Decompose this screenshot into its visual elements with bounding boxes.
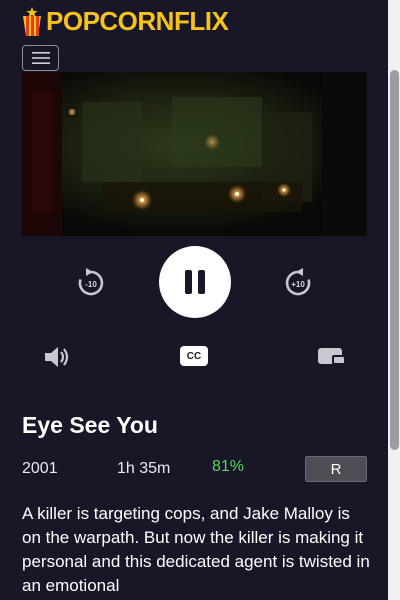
popcorn-icon <box>23 7 41 36</box>
picture-in-picture-icon <box>318 348 346 365</box>
popcornflix-logo[interactable]: POPCORNFLIX <box>20 4 229 38</box>
menu-button[interactable] <box>22 45 59 71</box>
runtime: 1h 35m <box>117 460 171 477</box>
forward-label: +10 <box>291 280 305 289</box>
rating-label: R <box>330 460 342 478</box>
rewind-10-button[interactable]: -10 <box>74 266 108 300</box>
content-rating-badge: R <box>305 456 367 482</box>
cc-label: CC <box>186 350 202 362</box>
movie-description: A killer is targeting cops, and Jake Mal… <box>22 504 370 595</box>
release-year: 2001 <box>22 460 58 477</box>
rewind-label: -10 <box>85 280 97 289</box>
score: 81% <box>212 458 245 475</box>
closed-captions-button[interactable]: CC <box>180 346 208 366</box>
video-player[interactable] <box>22 72 367 236</box>
forward-10-button[interactable]: +10 <box>281 266 315 300</box>
volume-icon <box>45 347 69 367</box>
hamburger-menu-icon <box>31 52 50 64</box>
pause-icon <box>185 270 205 294</box>
page: POPCORNFLIX -10 +10 CC Eye See You 2001 … <box>0 0 400 600</box>
volume-button[interactable] <box>43 345 71 369</box>
pause-button[interactable] <box>159 246 231 318</box>
movie-title: Eye See You <box>22 412 158 438</box>
scrollbar[interactable] <box>388 0 400 600</box>
video-frame <box>22 72 367 236</box>
logo-text: POPCORNFLIX <box>46 6 229 36</box>
picture-in-picture-button[interactable] <box>317 346 347 366</box>
scrollbar-thumb[interactable] <box>390 70 399 450</box>
